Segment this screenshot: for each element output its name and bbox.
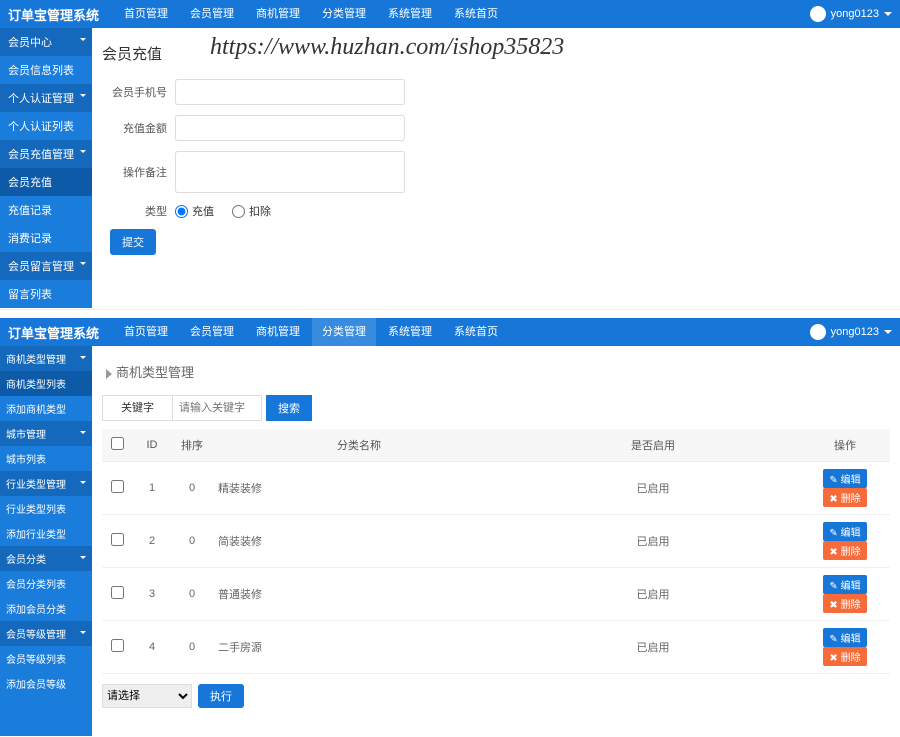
chevron-down-icon — [80, 150, 86, 153]
sidebar-item[interactable]: 会员充值管理 — [0, 140, 92, 168]
bulk-execute-button[interactable]: 执行 — [198, 684, 244, 708]
chevron-down-icon — [80, 356, 86, 359]
sidebar-item[interactable]: 留言列表 — [0, 280, 92, 308]
username: yong0123 — [831, 326, 879, 338]
sidebar-item[interactable]: 添加商机类型 — [0, 396, 92, 421]
sidebar-item[interactable]: 消费记录 — [0, 224, 92, 252]
search-label: 关键字 — [102, 395, 172, 421]
type-label: 类型 — [102, 203, 167, 219]
amount-input[interactable] — [175, 115, 405, 141]
delete-button[interactable]: 删除 — [823, 488, 866, 507]
search-button[interactable]: 搜索 — [266, 395, 312, 421]
chevron-down-icon — [80, 556, 86, 559]
edit-button[interactable]: 编辑 — [823, 575, 866, 594]
nav-item[interactable]: 会员管理 — [180, 318, 244, 346]
data-table: ID排序分类名称是否启用操作 10精装装修已启用编辑 删除20简装装修已启用编辑… — [102, 429, 890, 674]
sidebar-item[interactable]: 添加会员等级 — [0, 671, 92, 696]
sidebar-item[interactable]: 会员分类 — [0, 546, 92, 571]
sidebar-item[interactable]: 添加行业类型 — [0, 521, 92, 546]
chevron-down-icon — [80, 631, 86, 634]
table-row: 10精装装修已启用编辑 删除 — [102, 462, 890, 515]
radio-recharge[interactable]: 充值 — [175, 203, 214, 219]
sidebar-item[interactable]: 会员中心 — [0, 28, 92, 56]
table-header: ID — [132, 429, 172, 462]
remark-textarea[interactable] — [175, 151, 405, 193]
edit-button[interactable]: 编辑 — [823, 522, 866, 541]
nav-item[interactable]: 首页管理 — [114, 0, 178, 28]
chevron-down-icon — [80, 481, 86, 484]
chevron-down-icon — [884, 12, 892, 16]
nav-item[interactable]: 分类管理 — [312, 0, 376, 28]
delete-button[interactable]: 删除 — [823, 541, 866, 560]
avatar-icon — [810, 6, 826, 22]
sidebar-item[interactable]: 个人认证管理 — [0, 84, 92, 112]
avatar-icon — [810, 324, 826, 340]
top-bar-1: 订单宝管理系统 首页管理会员管理商机管理分类管理系统管理系统首页 yong012… — [0, 0, 900, 28]
username: yong0123 — [831, 8, 879, 20]
edit-button[interactable]: 编辑 — [823, 469, 866, 488]
page-title: 会员充值 — [102, 38, 890, 69]
phone-input[interactable] — [175, 79, 405, 105]
nav-item[interactable]: 系统首页 — [444, 0, 508, 28]
sidebar-item[interactable]: 会员等级列表 — [0, 646, 92, 671]
app-logo: 订单宝管理系统 — [8, 5, 99, 24]
row-checkbox[interactable] — [111, 533, 124, 546]
bulk-action-select[interactable]: 请选择 — [102, 684, 192, 708]
remark-label: 操作备注 — [102, 164, 167, 180]
select-all-checkbox[interactable] — [111, 437, 124, 450]
sidebar-item[interactable]: 会员等级管理 — [0, 621, 92, 646]
nav-item[interactable]: 会员管理 — [180, 0, 244, 28]
table-row: 40二手房源已启用编辑 删除 — [102, 621, 890, 674]
table-header: 是否启用 — [506, 429, 800, 462]
row-checkbox[interactable] — [111, 639, 124, 652]
phone-label: 会员手机号 — [102, 84, 167, 100]
sidebar-item[interactable]: 会员信息列表 — [0, 56, 92, 84]
app-logo: 订单宝管理系统 — [8, 323, 99, 342]
sidebar-item[interactable]: 会员分类列表 — [0, 571, 92, 596]
sidebar-item[interactable]: 商机类型管理 — [0, 346, 92, 371]
search-input[interactable] — [172, 395, 262, 421]
radio-deduct[interactable]: 扣除 — [232, 203, 271, 219]
table-row: 30普通装修已启用编辑 删除 — [102, 568, 890, 621]
nav-item[interactable]: 分类管理 — [312, 318, 376, 346]
chevron-down-icon — [80, 94, 86, 97]
chevron-down-icon — [884, 330, 892, 334]
nav-item[interactable]: 商机管理 — [246, 0, 310, 28]
row-checkbox[interactable] — [111, 480, 124, 493]
sidebar-item[interactable]: 充值记录 — [0, 196, 92, 224]
sidebar-item[interactable]: 会员充值 — [0, 168, 92, 196]
edit-button[interactable]: 编辑 — [823, 628, 866, 647]
sidebar-item[interactable]: 城市管理 — [0, 421, 92, 446]
table-header: 操作 — [800, 429, 890, 462]
delete-button[interactable]: 删除 — [823, 647, 866, 666]
user-menu[interactable]: yong0123 — [810, 6, 892, 22]
sidebar-item[interactable]: 商机类型列表 — [0, 371, 92, 396]
nav-item[interactable]: 系统首页 — [444, 318, 508, 346]
row-checkbox[interactable] — [111, 586, 124, 599]
table-header: 排序 — [172, 429, 212, 462]
chevron-down-icon — [80, 431, 86, 434]
table-header: 分类名称 — [212, 429, 506, 462]
sidebar-item[interactable]: 个人认证列表 — [0, 112, 92, 140]
amount-label: 充值金额 — [102, 120, 167, 136]
sidebar-item[interactable]: 会员留言管理 — [0, 252, 92, 280]
breadcrumb: 商机类型管理 — [102, 356, 890, 387]
nav-item[interactable]: 商机管理 — [246, 318, 310, 346]
sidebar-item[interactable]: 行业类型管理 — [0, 471, 92, 496]
chevron-down-icon — [80, 38, 86, 41]
nav-item[interactable]: 系统管理 — [378, 0, 442, 28]
submit-button[interactable]: 提交 — [110, 229, 156, 255]
user-menu[interactable]: yong0123 — [810, 324, 892, 340]
chevron-down-icon — [80, 262, 86, 265]
sidebar-item[interactable]: 行业类型列表 — [0, 496, 92, 521]
nav-item[interactable]: 首页管理 — [114, 318, 178, 346]
sidebar-item[interactable]: 城市列表 — [0, 446, 92, 471]
top-bar-2: 订单宝管理系统 首页管理会员管理商机管理分类管理系统管理系统首页 yong012… — [0, 318, 900, 346]
nav-item[interactable]: 系统管理 — [378, 318, 442, 346]
delete-button[interactable]: 删除 — [823, 594, 866, 613]
table-row: 20简装装修已启用编辑 删除 — [102, 515, 890, 568]
sidebar-item[interactable]: 添加会员分类 — [0, 596, 92, 621]
